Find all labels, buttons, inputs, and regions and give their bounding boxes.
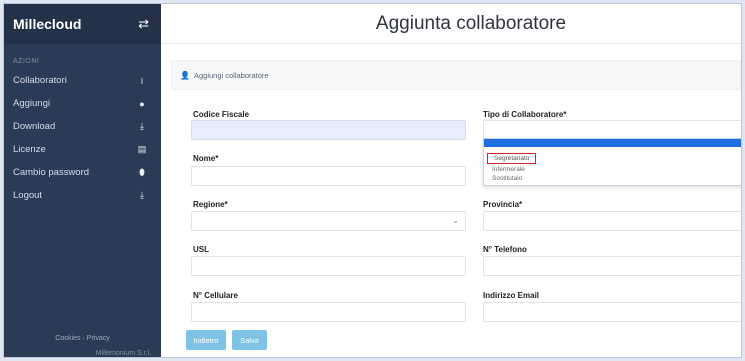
sidebar-item-logout[interactable]: Logout ⤓ — [4, 184, 161, 207]
card-header: 👤 Aggiungi collaboratore — [171, 60, 741, 90]
sidebar-item-collaboratori[interactable]: Collaboratori i — [4, 69, 161, 92]
sidebar-toggle-icon[interactable]: ⇄ — [138, 16, 149, 32]
add-user-icon: 👤 — [180, 70, 190, 80]
dropdown-option[interactable]: Segretariato — [487, 153, 537, 164]
plus-circle-icon: ● — [139, 98, 145, 109]
page-title: Aggiunta collaboratore — [375, 12, 567, 34]
save-button[interactable]: Salva — [232, 330, 267, 350]
dropdown-option[interactable]: Infermerale — [484, 165, 741, 174]
download-icon: ⤓ — [140, 121, 144, 131]
regione-label: Regione* — [193, 200, 228, 209]
info-icon: i — [141, 75, 143, 86]
nome-label: Nome* — [193, 154, 219, 163]
provincia-label: Provincia* — [483, 200, 523, 209]
sidebar-item-label: Collaboratori — [13, 75, 67, 86]
sidebar-item-licenze[interactable]: Licenze ▤ — [4, 138, 161, 161]
regione-select[interactable]: ⌄ — [191, 211, 466, 231]
chevron-down-icon: ⌄ — [452, 216, 459, 225]
footer-company: Millemonium S.r.l. — [95, 350, 151, 357]
logout-icon: ⤓ — [140, 190, 144, 200]
sidebar-item-label: Download — [13, 121, 56, 132]
email-input[interactable] — [483, 302, 741, 322]
brand-name: Millecloud — [13, 16, 82, 32]
sidebar-item-download[interactable]: Download ⤓ — [4, 115, 161, 138]
codice-fiscale-label: Codice Fiscale — [193, 110, 250, 119]
sidebar-item-label: Licenze — [13, 144, 46, 155]
telefono-label: N° Telefono — [483, 245, 527, 254]
cellulare-input[interactable] — [191, 302, 466, 322]
codice-fiscale-input[interactable] — [191, 120, 466, 140]
sidebar-brand: Millecloud ⇄ — [4, 4, 161, 44]
card-icon: ▤ — [137, 144, 147, 154]
cellulare-label: N° Cellulare — [193, 291, 238, 300]
topbar: Aggiunta collaboratore — [161, 4, 741, 44]
sidebar-item-label: Logout — [13, 190, 43, 201]
telefono-input[interactable] — [483, 256, 741, 276]
tipo-collaboratore-label: Tipo di Collaboratore* — [483, 110, 567, 119]
card-heading: Aggiungi collaboratore — [193, 70, 269, 80]
sidebar-menu: Collaboratori i Aggiungi ● Download ⤓ Li… — [4, 69, 161, 207]
tipo-collaboratore-dropdown: Segretariato Infermerale Sostitutalo — [483, 138, 741, 186]
provincia-select[interactable] — [483, 211, 741, 231]
sidebar: Millecloud ⇄ AZIONI Collaboratori i Aggi… — [4, 4, 161, 357]
nome-input[interactable] — [191, 166, 466, 186]
dropdown-option[interactable]: Sostitutalo — [484, 174, 741, 183]
sidebar-item-cambio-password[interactable]: Cambio password ⬮ — [4, 161, 161, 184]
tipo-collaboratore-select[interactable]: ⌄ — [483, 120, 741, 140]
usl-input[interactable] — [191, 256, 466, 276]
app-window: Millecloud ⇄ AZIONI Collaboratori i Aggi… — [3, 3, 742, 358]
usl-label: USL — [193, 245, 209, 254]
chevron-down-icon: ⌄ — [739, 125, 741, 134]
sidebar-item-label: Aggiungi — [13, 98, 50, 109]
sidebar-item-aggiungi[interactable]: Aggiungi ● — [4, 92, 161, 115]
email-label: Indirizzo Email — [483, 291, 540, 300]
back-button[interactable]: Indietro — [186, 330, 226, 350]
shield-icon: ⬮ — [139, 167, 145, 177]
sidebar-item-label: Cambio password — [13, 167, 90, 178]
main-content: Aggiunta collaboratore 👤 Aggiungi collab… — [161, 4, 741, 357]
dropdown-selected-bar[interactable] — [484, 139, 741, 147]
sidebar-section-label: AZIONI — [13, 58, 40, 65]
footer-links[interactable]: Cookies · Privacy — [4, 335, 161, 342]
